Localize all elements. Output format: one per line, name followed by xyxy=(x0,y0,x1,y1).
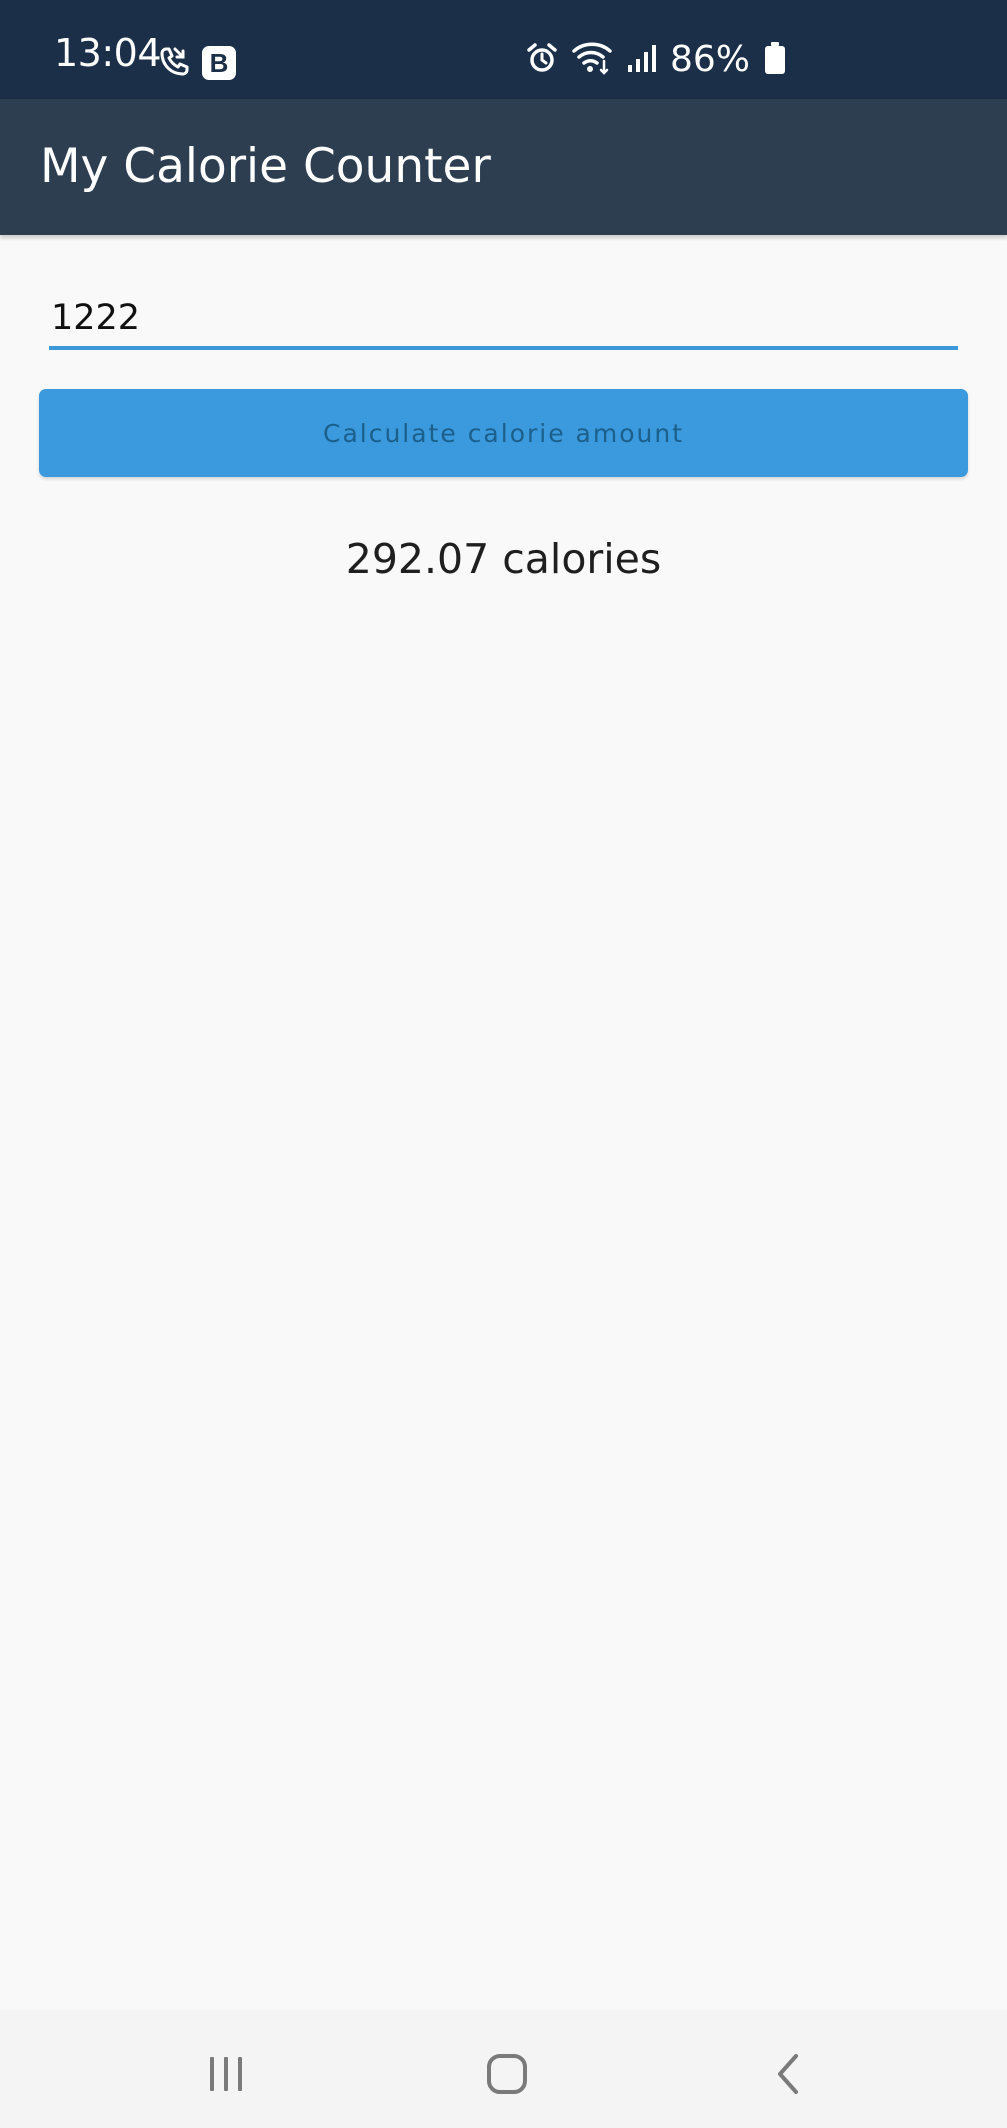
b-app-icon: B xyxy=(202,46,236,80)
recent-apps-icon[interactable] xyxy=(196,2044,256,2104)
signal-icon xyxy=(626,43,656,77)
battery-percent: 86% xyxy=(670,39,751,80)
status-bar: 13:04 B 86% xyxy=(0,0,1007,99)
wifi-icon xyxy=(572,41,612,79)
app-bar: My Calorie Counter xyxy=(0,99,1007,235)
alarm-icon xyxy=(526,42,558,78)
app-title: My Calorie Counter xyxy=(40,139,491,194)
screen: 13:04 B 86% My Calorie Counter 1222 Calc… xyxy=(0,0,1007,2128)
amount-input[interactable] xyxy=(49,290,958,350)
back-icon[interactable] xyxy=(758,2044,818,2104)
status-right-icons: 86% xyxy=(526,40,786,80)
calorie-result: 292.07 calories xyxy=(345,535,662,583)
navigation-bar xyxy=(0,2010,1007,2128)
status-left-icons: B xyxy=(156,44,236,82)
calculate-button[interactable]: Calculate calorie amount xyxy=(39,389,968,477)
missed-call-icon xyxy=(156,44,190,82)
battery-icon xyxy=(764,41,786,79)
status-time: 13:04 xyxy=(54,31,162,75)
home-icon[interactable] xyxy=(477,2044,537,2104)
